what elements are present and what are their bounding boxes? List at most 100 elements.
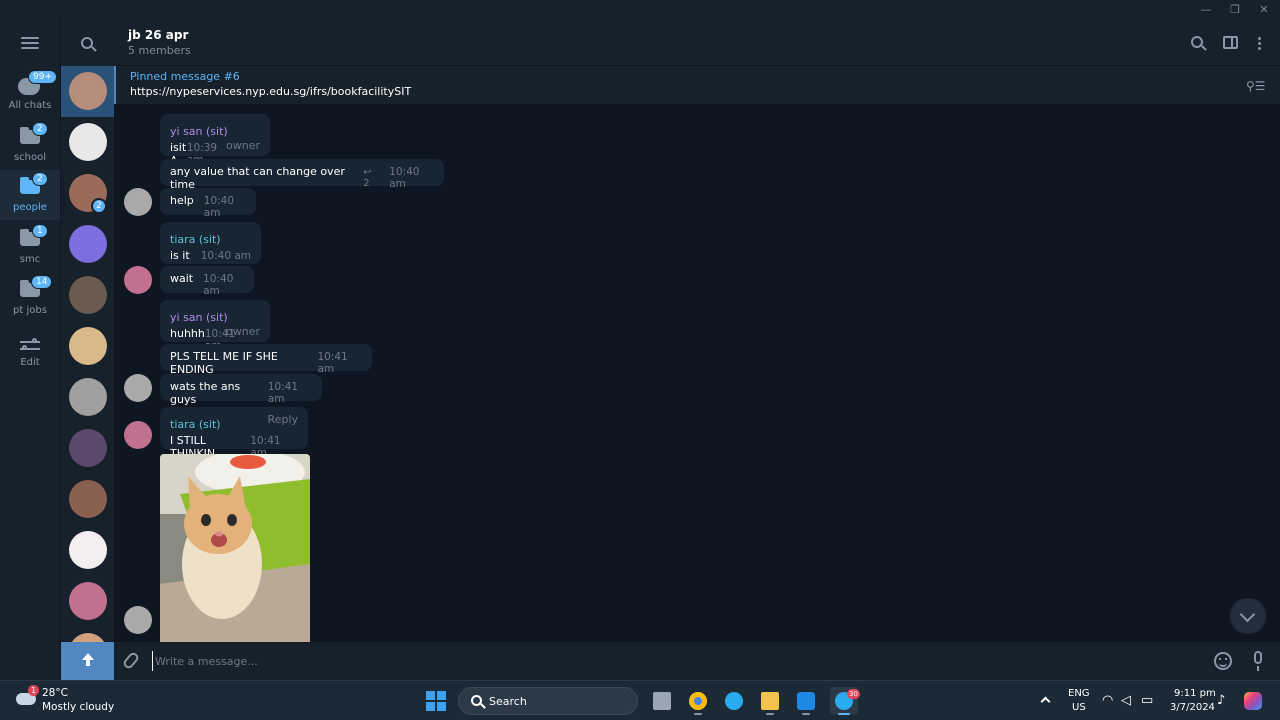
cat-photo-image: [160, 454, 310, 642]
more-options-icon[interactable]: [1258, 37, 1262, 52]
clock-time[interactable]: 9:11 pm: [1174, 688, 1216, 699]
reply-label[interactable]: Reply: [268, 413, 298, 426]
avatar[interactable]: [124, 374, 152, 402]
folder-people[interactable]: 2 people: [0, 170, 60, 220]
avatar[interactable]: [124, 606, 152, 634]
folder-badge: 2: [32, 172, 48, 186]
folder-edit[interactable]: Edit: [0, 325, 60, 375]
search-icon: [471, 695, 482, 706]
message-bubble[interactable]: tiara (sit) is it 10:40 am: [160, 222, 261, 264]
message-sender[interactable]: yi san (sit): [170, 125, 228, 138]
message-input[interactable]: [152, 651, 1192, 671]
notification-bell-icon[interactable]: ♪: [1217, 693, 1225, 708]
window-titlebar: — ❐ ✕: [0, 0, 1280, 20]
clock-date[interactable]: 3/7/2024: [1170, 702, 1215, 713]
vscode-icon: [797, 692, 815, 710]
avatar: [69, 582, 107, 620]
temperature[interactable]: 28°C: [42, 687, 68, 699]
avatar[interactable]: [124, 188, 152, 216]
folder-sidebar: 99+ All chats 2 school 2 people 1 smc 14…: [0, 20, 60, 680]
message-text: is it: [170, 249, 190, 262]
folder-pt-jobs[interactable]: 14 pt jobs: [0, 273, 60, 323]
message-sender[interactable]: tiara (sit): [170, 233, 221, 246]
wifi-icon[interactable]: ◠: [1102, 693, 1113, 708]
pinned-list-icon[interactable]: ⚲☰: [1246, 79, 1268, 93]
chat-list-item[interactable]: [61, 525, 115, 576]
avatar[interactable]: [124, 266, 152, 294]
folder-all-chats[interactable]: 99+ All chats: [0, 68, 60, 118]
chat-list-item[interactable]: [61, 576, 115, 627]
restore-button[interactable]: ❐: [1221, 2, 1249, 18]
windows-start-icon[interactable]: [426, 691, 446, 711]
pinned-message-bar[interactable]: Pinned message #6 https://nypeservices.n…: [114, 66, 1280, 104]
paperclip-icon[interactable]: [121, 650, 141, 671]
side-panel-icon[interactable]: [1223, 36, 1238, 49]
telegram-app[interactable]: [720, 687, 748, 715]
volume-icon[interactable]: ◁: [1121, 693, 1131, 708]
language-bottom[interactable]: US: [1072, 702, 1086, 713]
battery-icon[interactable]: ▭: [1141, 693, 1153, 708]
message-time: 10:40 am: [203, 195, 235, 219]
chat-list-item[interactable]: [61, 423, 115, 474]
message-text: huhhh: [170, 327, 205, 340]
pinned-title: Pinned message #6: [130, 70, 240, 83]
avatar: [69, 72, 107, 110]
chat-list-item[interactable]: 2: [61, 168, 115, 219]
avatar[interactable]: [124, 421, 152, 449]
message-bubble[interactable]: wait 10:40 am: [160, 266, 254, 297]
taskbar-search-label: Search: [489, 695, 527, 708]
chevron-down-icon: [1239, 606, 1256, 623]
folder-badge: 99+: [28, 70, 57, 84]
message-bubble[interactable]: PLS TELL ME IF SHE ENDING 10:41 am: [160, 344, 372, 376]
microphone-icon[interactable]: [1254, 651, 1262, 671]
chat-list-item[interactable]: [61, 372, 115, 423]
chat-list-item[interactable]: [61, 219, 115, 270]
search-icon[interactable]: [1191, 36, 1203, 48]
reply-count[interactable]: ↩ 2: [363, 167, 379, 189]
task-view-button[interactable]: [648, 687, 676, 715]
folder-smc[interactable]: 1 smc: [0, 222, 60, 272]
search-icon[interactable]: [81, 37, 93, 49]
message-bubble[interactable]: yi san (sit)owner huhhh10:41 am: [160, 300, 270, 352]
message-text: PLS TELL ME IF SHE ENDING: [170, 350, 278, 376]
minimize-button[interactable]: —: [1192, 2, 1220, 18]
file-explorer-app[interactable]: [756, 687, 784, 715]
message-bubble[interactable]: help 10:40 am: [160, 188, 256, 219]
message-bubble[interactable]: tiara (sit) Reply I STILL THINKIN 10:41 am: [160, 407, 308, 460]
chevron-up-icon[interactable]: [1040, 696, 1051, 707]
copilot-icon[interactable]: [1244, 692, 1262, 710]
folder-label: school: [13, 152, 47, 163]
weather-description[interactable]: Mostly cloudy: [42, 701, 114, 713]
folder-school[interactable]: 2 school: [0, 120, 60, 170]
message-sender[interactable]: yi san (sit): [170, 311, 228, 324]
chat-list-item[interactable]: [61, 321, 115, 372]
chat-list-item[interactable]: [61, 474, 115, 525]
telegram-badge: 30: [847, 689, 860, 699]
message-sender[interactable]: tiara (sit): [170, 418, 221, 431]
message-bubble[interactable]: yi san (sit)owner isit A10:39 am: [160, 114, 270, 167]
message-text: help: [170, 194, 194, 207]
chat-list-item[interactable]: [61, 270, 115, 321]
message-time: 10:41 am: [317, 351, 348, 375]
message-bubble[interactable]: wats the ans guys 10:41 am: [160, 374, 322, 406]
folder-label: smc: [19, 254, 41, 265]
chat-list-item[interactable]: [61, 117, 115, 168]
taskbar-search[interactable]: Search: [458, 687, 638, 715]
folder-label: Edit: [20, 357, 40, 368]
vscode-app[interactable]: [792, 687, 820, 715]
telegram-active-app[interactable]: 30: [830, 687, 860, 715]
message-area[interactable]: yi san (sit)owner isit A10:39 am any val…: [114, 104, 1280, 642]
chrome-app[interactable]: [684, 687, 712, 715]
message-bubble[interactable]: any value that can change over time ↩ 2 10…: [160, 159, 444, 191]
scroll-top-button[interactable]: [61, 642, 115, 680]
chat-list-item[interactable]: [61, 66, 115, 117]
emoji-icon[interactable]: [1214, 652, 1232, 670]
cat-photo[interactable]: [160, 454, 310, 642]
arrow-up-icon: [82, 653, 94, 669]
hamburger-menu-icon[interactable]: [21, 37, 39, 49]
close-button[interactable]: ✕: [1250, 2, 1278, 18]
language-top[interactable]: ENG: [1068, 688, 1090, 699]
scroll-down-button[interactable]: [1230, 598, 1266, 634]
avatar: [69, 276, 107, 314]
chat-header[interactable]: jb 26 apr 5 members: [114, 20, 1280, 66]
